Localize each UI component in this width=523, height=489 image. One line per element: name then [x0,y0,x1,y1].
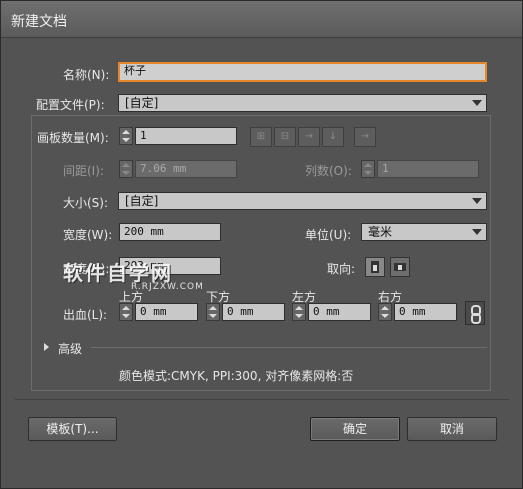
profile-value: [自定] [125,96,159,110]
profile-select[interactable]: [自定] [118,94,487,112]
grid-by-column-icon[interactable]: ⊟ [274,127,296,147]
artboard-count-input[interactable]: 1 [135,127,237,145]
settings-group [31,115,491,391]
spacing-label: 间距(I): [63,164,104,178]
new-document-dialog: 新建文档 名称(N): 杯子 配置文件(P): [自定] 画板数量(M): 1 … [0,0,523,489]
bleed-top-input[interactable]: 0 mm [135,303,198,321]
orientation-label: 取向: [327,262,356,276]
width-input[interactable]: 200 mm [119,223,221,241]
bleed-bottom-stepper[interactable] [206,303,220,321]
artboard-count-stepper[interactable] [119,127,133,145]
units-value: 毫米 [368,225,393,239]
bleed-left-input[interactable]: 0 mm [308,303,371,321]
columns-input: 1 [377,160,479,178]
grid-by-row-icon[interactable]: ⊞ [250,127,272,147]
advanced-toggle[interactable]: 高级 [58,340,82,357]
link-bleed-icon[interactable] [465,301,485,325]
bleed-right-stepper[interactable] [378,303,392,321]
landscape-orientation-icon[interactable] [390,257,410,277]
chevron-down-icon [472,100,482,106]
footer-divider [15,399,509,400]
name-input[interactable]: 杯子 [118,62,487,82]
bleed-left-stepper[interactable] [292,303,306,321]
cancel-button[interactable]: 取消 [407,417,497,441]
arrange-by-column-icon[interactable]: ↓ [322,127,344,147]
document-summary: 颜色模式:CMYK, PPI:300, 对齐像素网格:否 [119,369,354,383]
size-label: 大小(S): [63,196,109,210]
right-to-left-icon[interactable]: → [354,127,376,147]
portrait-orientation-icon[interactable] [365,257,385,277]
spacing-stepper [119,160,133,178]
bleed-right-input[interactable]: 0 mm [394,303,457,321]
artboard-count-label: 画板数量(M): [37,131,109,145]
columns-stepper [361,160,375,178]
size-value: [自定] [125,194,159,208]
width-label: 宽度(W): [63,228,113,242]
bleed-label: 出血(L): [63,308,108,322]
arrange-by-row-icon[interactable]: → [298,127,320,147]
columns-label: 列数(O): [305,164,352,178]
bleed-top-stepper[interactable] [119,303,133,321]
expand-triangle-icon[interactable] [44,343,49,351]
chevron-down-icon [472,198,482,204]
name-label: 名称(N): [63,68,110,82]
spacing-input: 7.06 mm [135,160,237,178]
templates-button[interactable]: 模板(T)... [28,417,117,441]
units-label: 单位(U): [305,228,352,242]
profile-label: 配置文件(P): [36,98,105,112]
advanced-divider [91,347,487,348]
size-select[interactable]: [自定] [118,192,487,210]
title-bar[interactable]: 新建文档 [1,1,522,38]
ok-button[interactable]: 确定 [310,417,400,441]
dialog-title: 新建文档 [11,14,67,30]
units-select[interactable]: 毫米 [361,223,487,241]
chevron-down-icon [472,229,482,235]
bleed-bottom-input[interactable]: 0 mm [222,303,285,321]
